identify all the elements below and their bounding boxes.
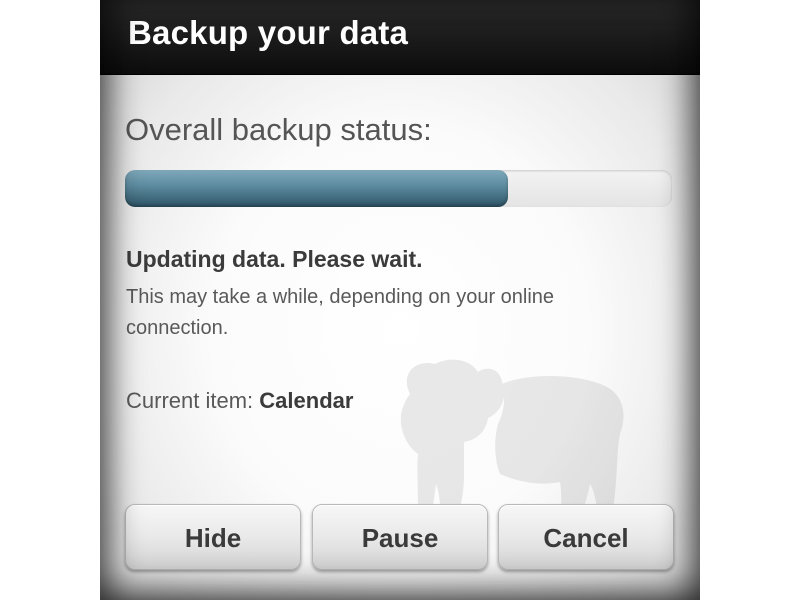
pause-button[interactable]: Pause	[312, 504, 488, 570]
screen: Backup your data Overall backup status: …	[0, 0, 800, 600]
backup-progress-fill	[125, 170, 508, 207]
current-item-label: Current item:	[126, 388, 254, 413]
backup-progress-bar	[125, 170, 672, 207]
status-message: Updating data. Please wait.	[126, 246, 423, 272]
hide-button[interactable]: Hide	[125, 504, 301, 570]
current-item-value: Calendar	[259, 388, 354, 413]
current-item-row: Current item: Calendar	[126, 388, 353, 414]
cancel-button[interactable]: Cancel	[498, 504, 674, 570]
dialog-content: Overall backup status: Updating data. Pl…	[100, 74, 700, 600]
button-row: Hide Pause Cancel	[125, 504, 675, 572]
status-detail: This may take a while, depending on your…	[126, 286, 555, 339]
backup-status-heading: Overall backup status:	[125, 112, 432, 147]
dialog-title: Backup your data	[128, 14, 409, 51]
backup-dialog: Backup your data Overall backup status: …	[100, 0, 700, 600]
title-bar: Backup your data	[100, 0, 700, 75]
